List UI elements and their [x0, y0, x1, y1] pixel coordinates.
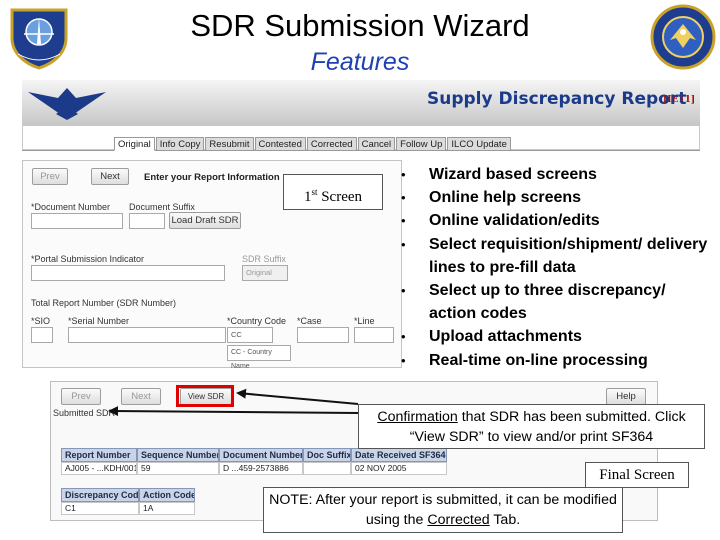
cell-action-code: 1A [139, 502, 195, 515]
tab-info-copy[interactable]: Info Copy [155, 137, 205, 151]
tab-corrected[interactable]: Corrected [306, 137, 357, 151]
bullet-text: Online help screens [429, 189, 582, 207]
portal-submission-select[interactable] [31, 265, 225, 281]
case-label: *Case [297, 316, 322, 326]
tab-ilco-update[interactable]: ILCO Update [447, 137, 511, 151]
list-item: • Upload attachments [401, 328, 582, 346]
view-sdr-highlight-box [176, 385, 234, 407]
confirmation-callout: Confirmation that SDR has been submitted… [358, 404, 705, 449]
sio-label: *SIO [31, 316, 51, 326]
col-document-number: Document Number [219, 448, 303, 462]
list-item: • Select up to three discrepancy/ action … [401, 282, 666, 323]
cell-discrepancy-code: C1 [61, 502, 139, 515]
serial-number-field[interactable] [68, 327, 226, 343]
document-number-field[interactable] [31, 213, 123, 229]
note-corrected-link: Corrected [427, 512, 490, 528]
sdr-suffix-select[interactable]: Original [242, 265, 288, 281]
line-label: *Line [354, 316, 375, 326]
confirmation-word: Confirmation [377, 409, 458, 425]
cell-sequence-number: 59 [137, 462, 219, 475]
slide-title: SDR Submission Wizard [190, 8, 530, 43]
serial-number-label: *Serial Number [68, 316, 130, 326]
line-field[interactable] [354, 327, 394, 343]
col-sequence-number: Sequence Number [137, 448, 219, 462]
tab-original[interactable]: Original [114, 137, 155, 151]
first-screen-suffix: Screen [317, 189, 363, 205]
sdr-suffix-label: SDR Suffix [242, 254, 286, 264]
tab-strip: Original Info Copy Resubmit Contested Co… [114, 137, 512, 151]
note-suffix: Tab. [489, 512, 521, 528]
tab-resubmit[interactable]: Resubmit [205, 137, 254, 151]
bullet-text: Real-time on-line processing [429, 351, 648, 369]
document-suffix-field[interactable] [129, 213, 165, 229]
load-draft-sdr-button[interactable]: Load Draft SDR [169, 212, 241, 229]
tab-follow-up[interactable]: Follow Up [396, 137, 447, 151]
agency-seal-icon [650, 4, 716, 70]
portal-submission-label: *Portal Submission Indicator [31, 254, 145, 264]
list-item: • Select requisition/shipment/ delivery l… [401, 235, 708, 276]
bullet-text: Select up to three discrepancy/ action c… [429, 282, 666, 323]
total-report-number-label: Total Report Number (SDR Number) [31, 298, 177, 308]
feature-bullet-list: • Wizard based screens • Online help scree… [398, 163, 716, 372]
final-prev-button[interactable]: Prev [61, 388, 101, 405]
help-button[interactable]: Help [606, 388, 646, 405]
first-screen-callout: 1st Screen [283, 174, 383, 210]
tab-cancel[interactable]: Cancel [357, 137, 396, 151]
document-number-label: *Document Number [31, 202, 111, 212]
bullet-text: Online validation/edits [429, 212, 600, 230]
banner-title: Supply Discrepancy Report [427, 89, 687, 109]
cell-doc-suffix [303, 462, 351, 475]
col-discrepancy-code: Discrepancy Code [61, 488, 139, 502]
list-item: • Online help screens [401, 189, 582, 207]
case-field[interactable] [297, 327, 349, 343]
note-callout: NOTE: After your report is submitted, it… [263, 487, 623, 533]
list-item: • Real-time on-line processing [401, 351, 648, 369]
cell-document-number: D ...459-2573886 [219, 462, 303, 475]
country-code-field[interactable]: CC [227, 327, 273, 343]
country-code-label: *Country Code [227, 316, 287, 326]
tab-contested[interactable]: Contested [254, 137, 306, 151]
col-date-received: Date Received SF364 [351, 448, 447, 462]
final-next-button[interactable]: Next [121, 388, 161, 405]
submitted-sdr-label: Submitted SDR [53, 408, 116, 418]
bullet-text: Select requisition/shipment/ delivery li… [429, 235, 708, 276]
banner-code: [IE11] [663, 95, 696, 105]
col-doc-suffix: Doc Suffix [303, 448, 351, 462]
bullet-text: Wizard based screens [429, 166, 597, 183]
list-item: • Online validation/edits [401, 212, 600, 230]
cell-report-number: AJ005 - ...KDH/001 [61, 462, 137, 475]
next-button[interactable]: Next [91, 168, 129, 185]
prev-button[interactable]: Prev [32, 168, 68, 185]
country-name-select[interactable]: CC - Country Name [227, 345, 291, 370]
slide-subtitle: Features [310, 48, 410, 76]
cell-date-received: 02 NOV 2005 [351, 462, 447, 475]
sio-field[interactable] [31, 327, 53, 343]
document-suffix-label: Document Suffix [129, 202, 195, 212]
air-force-wing-icon [28, 88, 106, 120]
bullet-text: Upload attachments [429, 328, 582, 346]
final-screen-callout: Final Screen [585, 462, 689, 488]
col-report-number: Report Number [61, 448, 137, 462]
list-item: • Wizard based screens [401, 166, 597, 183]
col-action-code: Action Code [139, 488, 195, 502]
air-force-lcmc-logo-icon [10, 8, 68, 70]
form-instruction: Enter your Report Information [144, 172, 280, 183]
